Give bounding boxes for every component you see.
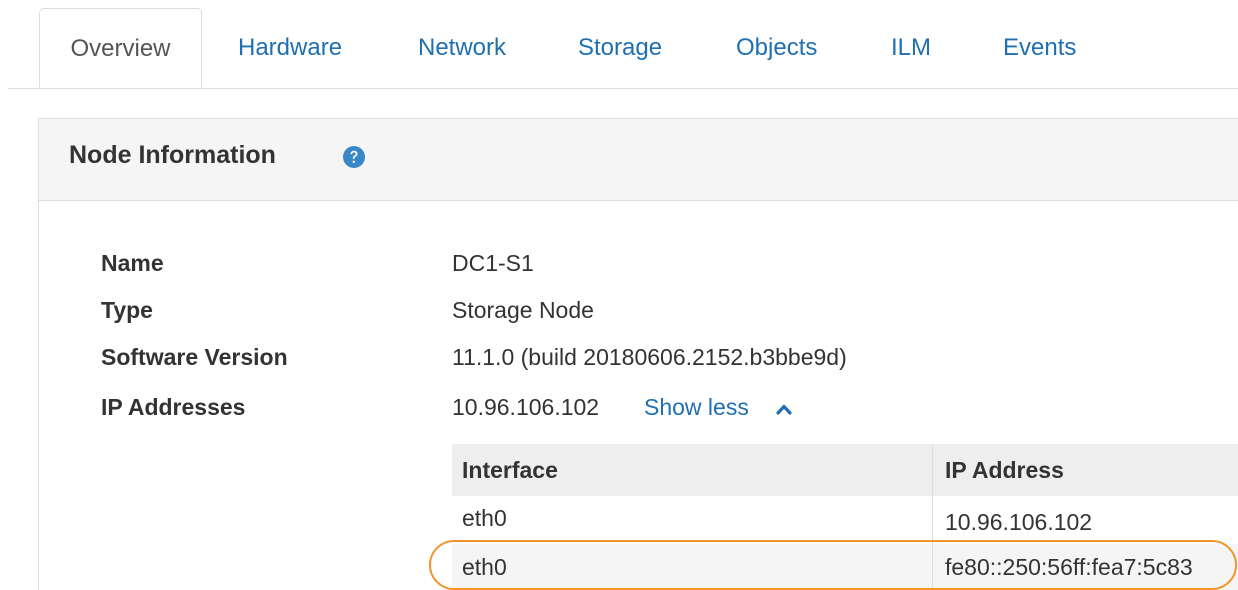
- name-value: DC1-S1: [452, 250, 534, 276]
- tab-events[interactable]: Events: [1003, 8, 1076, 88]
- ip-address-column-header: IP Address: [932, 444, 1238, 496]
- chevron-up-icon[interactable]: [774, 399, 794, 419]
- tab-objects[interactable]: Objects: [736, 8, 817, 88]
- table-header-row: Interface IP Address: [452, 444, 1238, 496]
- panel-heading: Node Information: [39, 119, 1238, 201]
- ip-addresses-label: IP Addresses: [101, 394, 246, 420]
- tab-bar: Overview Hardware Network Storage Object…: [8, 8, 1238, 89]
- tab-network[interactable]: Network: [418, 8, 506, 88]
- question-circle-icon[interactable]: [342, 145, 366, 169]
- ip-addresses-value: 10.96.106.102: [452, 394, 600, 420]
- type-value: Storage Node: [452, 297, 594, 323]
- name-label: Name: [101, 250, 164, 276]
- interface-cell: eth0: [452, 544, 932, 590]
- interface-cell: eth0: [462, 505, 507, 531]
- table-row: eth0 10.96.106.102: [452, 496, 1238, 544]
- software-version-label: Software Version: [101, 344, 288, 370]
- tab-hardware[interactable]: Hardware: [238, 8, 342, 88]
- table-row: eth0 fe80::250:56ff:fea7:5c83: [452, 544, 1238, 590]
- tab-storage[interactable]: Storage: [578, 8, 662, 88]
- show-less-link[interactable]: Show less: [644, 394, 749, 421]
- tab-ilm[interactable]: ILM: [891, 8, 931, 88]
- ip-address-table: Interface IP Address eth0 10.96.106.102 …: [452, 444, 1238, 590]
- software-version-value: 11.1.0 (build 20180606.2152.b3bbe9d): [452, 344, 847, 370]
- type-label: Type: [101, 297, 153, 323]
- interface-column-header: Interface: [452, 444, 932, 496]
- ip-address-cell: 10.96.106.102: [932, 496, 1238, 544]
- ip-address-cell: fe80::250:56ff:fea7:5c83: [932, 544, 1238, 590]
- tab-overview[interactable]: Overview: [39, 8, 202, 88]
- panel-title: Node Information: [69, 141, 276, 169]
